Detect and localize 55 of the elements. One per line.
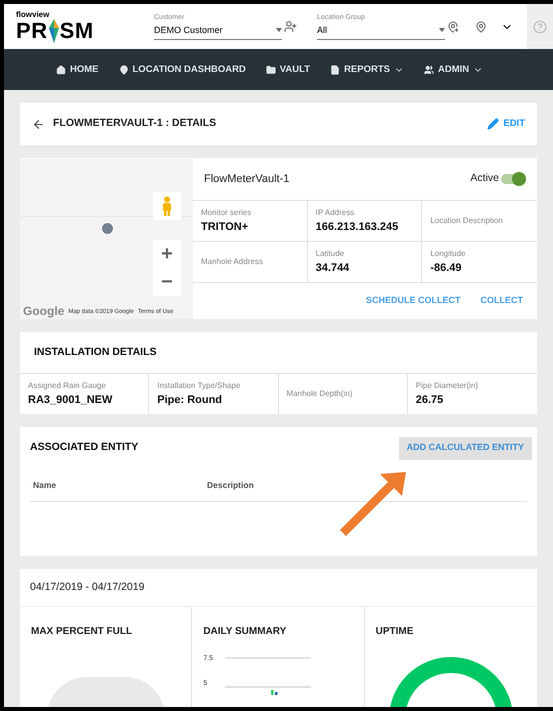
- field-label: Assigned Rain Gauge: [28, 380, 107, 392]
- people-icon: [424, 64, 434, 75]
- nav-item[interactable]: LOCATION DASHBOARD: [118, 62, 246, 77]
- pencil-icon: [487, 118, 500, 130]
- field-label: Installation Type/Shape: [157, 380, 242, 392]
- field-value: 34.744: [316, 260, 350, 276]
- panel-title: UPTIME: [376, 625, 414, 639]
- nav-item[interactable]: VAULT: [266, 62, 310, 77]
- column-header: Name: [33, 478, 58, 492]
- active-label: Active: [470, 171, 499, 186]
- column-header: Description: [207, 478, 255, 492]
- field-label: Pipe Diameter(in): [416, 380, 479, 392]
- field-label: Manhole Depth(in): [286, 388, 354, 400]
- logo-text: PR: [16, 20, 48, 42]
- field-label: Latitude: [316, 248, 346, 260]
- field-label: IP Address: [316, 206, 356, 219]
- location-group-select[interactable]: All: [317, 24, 445, 40]
- field-value: Pipe: Round: [157, 392, 224, 408]
- section-title: INSTALLATION DETAILS: [34, 344, 156, 360]
- panel-title: MAX PERCENT FULL: [31, 625, 134, 639]
- field-value: RA3_9001_NEW: [28, 392, 114, 408]
- logo-text: SM: [60, 20, 94, 42]
- zoom-in-button[interactable]: +: [153, 240, 181, 268]
- location-name: FlowMeterVault-1: [204, 172, 290, 187]
- back-arrow-icon[interactable]: [32, 118, 45, 130]
- location-pin-icon[interactable]: [475, 20, 487, 33]
- field-label: Monitor series: [201, 206, 252, 219]
- field-label: Manhole Address: [201, 256, 264, 268]
- pin-icon: [118, 64, 128, 75]
- field-label: Longitude: [430, 248, 466, 260]
- panel-title: DAILY SUMMARY: [203, 625, 288, 639]
- page-title: FLOWMETERVAULT-1 : DETAILS: [53, 116, 216, 132]
- diamond-logo-icon: [48, 18, 59, 43]
- customer-select[interactable]: DEMO Customer: [154, 24, 282, 40]
- add-user-icon[interactable]: [284, 20, 297, 34]
- add-location-icon[interactable]: [447, 20, 459, 33]
- folder-icon: [266, 64, 276, 75]
- field-value: -86.49: [430, 260, 463, 276]
- logo-tagline: flowview: [16, 10, 50, 19]
- field-value: 166.213.163.245: [316, 220, 400, 235]
- field-value: TRITON+: [201, 220, 250, 235]
- map-logo: Google: [23, 305, 64, 317]
- field-label: Location Description: [430, 215, 504, 227]
- map-marker-icon: [101, 222, 114, 235]
- zoom-out-button[interactable]: −: [153, 268, 181, 296]
- date-range: 04/17/2019 - 04/17/2019: [30, 580, 144, 595]
- home-icon: [56, 64, 66, 75]
- field-value: 26.75: [416, 392, 444, 408]
- file-icon: [330, 64, 340, 75]
- nav-item[interactable]: ADMIN: [424, 62, 484, 77]
- person-figure-icon: [162, 196, 172, 216]
- active-toggle[interactable]: [501, 174, 526, 184]
- nav-item[interactable]: HOME: [56, 62, 98, 77]
- section-title: ASSOCIATED ENTITY: [30, 440, 138, 456]
- nav-item[interactable]: REPORTS: [330, 62, 404, 77]
